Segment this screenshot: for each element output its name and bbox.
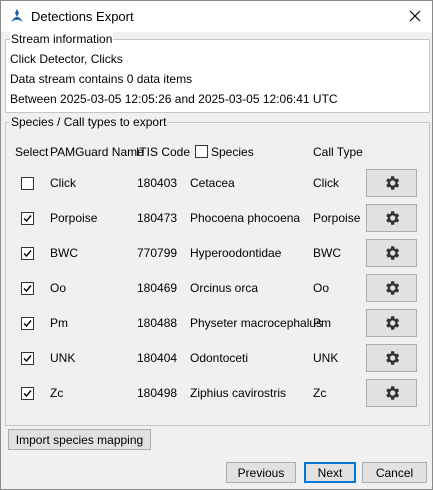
header-pamguard-name: PAMGuard Name — [50, 145, 144, 159]
species-header-checkbox[interactable] — [195, 145, 208, 158]
species-row: Pm 180488 Physeter macrocephalus Pm — [6, 306, 429, 341]
row-call-type: Click — [313, 176, 339, 190]
stream-information-group: Stream information Click Detector, Click… — [5, 32, 430, 113]
gear-icon — [385, 316, 399, 330]
gear-icon — [385, 211, 399, 225]
checkmark-icon — [23, 215, 32, 223]
row-itis-code: 180469 — [137, 281, 178, 295]
checkmark-icon — [23, 355, 32, 363]
row-call-type: BWC — [313, 246, 341, 260]
row-settings-button[interactable] — [366, 204, 417, 232]
import-species-mapping-button[interactable]: Import species mapping — [8, 429, 151, 450]
row-pamguard-name: Porpoise — [50, 211, 98, 225]
checkmark-icon — [23, 250, 32, 258]
checkmark-icon — [23, 285, 32, 293]
row-select-checkbox[interactable] — [21, 212, 34, 225]
row-itis-code: 770799 — [137, 246, 178, 260]
species-row: Zc 180498 Ziphius cavirostris Zc — [6, 376, 429, 411]
gear-icon — [385, 351, 399, 365]
row-pamguard-name: Zc — [50, 386, 64, 400]
row-select-checkbox[interactable] — [21, 247, 34, 260]
species-row: Porpoise 180473 Phocoena phocoena Porpoise — [6, 201, 429, 236]
header-itis-code: ITIS Code — [136, 145, 191, 159]
row-settings-button[interactable] — [366, 309, 417, 337]
row-select-checkbox[interactable] — [21, 317, 34, 330]
row-settings-button[interactable] — [366, 379, 417, 407]
previous-button[interactable]: Previous — [226, 462, 296, 483]
row-call-type: Zc — [313, 386, 327, 400]
row-itis-code: 180404 — [137, 351, 178, 365]
row-species: Phocoena phocoena — [190, 211, 301, 225]
row-settings-button[interactable] — [366, 169, 417, 197]
species-legend: Species / Call types to export — [10, 115, 168, 129]
close-button[interactable] — [404, 5, 426, 27]
row-settings-button[interactable] — [366, 274, 417, 302]
row-select-checkbox[interactable] — [21, 282, 34, 295]
row-select-checkbox[interactable] — [21, 387, 34, 400]
title-bar: Detections Export — [1, 1, 432, 32]
row-call-type: Porpoise — [313, 211, 361, 225]
checkmark-icon — [23, 390, 32, 398]
gear-icon — [385, 386, 399, 400]
row-species: Physeter macrocephalus — [190, 316, 323, 330]
row-species: Hyperoodontidae — [190, 246, 282, 260]
row-call-type: UNK — [313, 351, 339, 365]
row-species: Orcinus orca — [190, 281, 259, 295]
pamguard-app-icon — [9, 8, 25, 24]
close-icon — [409, 10, 421, 22]
cancel-button[interactable]: Cancel — [362, 462, 427, 483]
export-dialog: Detections Export Stream information Cli… — [0, 0, 433, 490]
species-row: UNK 180404 Odontoceti UNK — [6, 341, 429, 376]
species-row: Oo 180469 Orcinus orca Oo — [6, 271, 429, 306]
row-call-type: Oo — [313, 281, 330, 295]
row-pamguard-name: Click — [50, 176, 76, 190]
species-group: Species / Call types to export Select PA… — [5, 115, 430, 426]
row-pamguard-name: UNK — [50, 351, 76, 365]
species-row: BWC 770799 Hyperoodontidae BWC — [6, 236, 429, 271]
stream-detector-text: Click Detector, Clicks — [10, 52, 123, 66]
row-species: Odontoceti — [190, 351, 249, 365]
row-species: Ziphius cavirostris — [190, 386, 287, 400]
next-button[interactable]: Next — [304, 462, 356, 483]
row-itis-code: 180488 — [137, 316, 178, 330]
species-row: Click 180403 Cetacea Click — [6, 166, 429, 201]
row-itis-code: 180403 — [137, 176, 178, 190]
header-call-type: Call Type — [313, 145, 363, 159]
checkmark-icon — [23, 320, 32, 328]
stream-items-text: Data stream contains 0 data items — [10, 72, 193, 86]
window-title: Detections Export — [31, 9, 134, 24]
gear-icon — [385, 176, 399, 190]
gear-icon — [385, 281, 399, 295]
row-itis-code: 180498 — [137, 386, 178, 400]
stream-range-text: Between 2025-03-05 12:05:26 and 2025-03-… — [10, 92, 338, 106]
header-select: Select — [15, 145, 49, 159]
row-species: Cetacea — [190, 176, 235, 190]
stream-information-legend: Stream information — [10, 32, 114, 46]
row-select-checkbox[interactable] — [21, 352, 34, 365]
row-itis-code: 180473 — [137, 211, 178, 225]
gear-icon — [385, 246, 399, 260]
row-call-type: Pm — [313, 316, 331, 330]
row-select-checkbox[interactable] — [21, 177, 34, 190]
header-species: Species — [211, 145, 254, 159]
row-pamguard-name: Pm — [50, 316, 68, 330]
row-settings-button[interactable] — [366, 239, 417, 267]
row-pamguard-name: BWC — [50, 246, 78, 260]
row-settings-button[interactable] — [366, 344, 417, 372]
row-pamguard-name: Oo — [50, 281, 67, 295]
